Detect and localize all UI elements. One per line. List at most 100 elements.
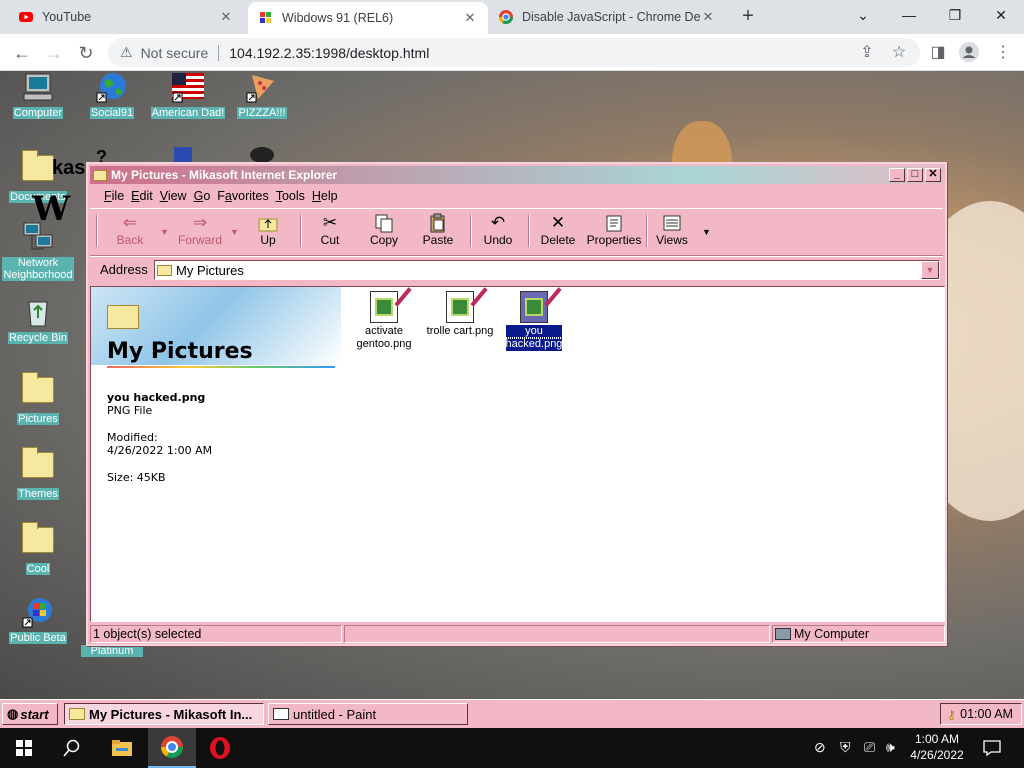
folder-icon <box>157 264 172 276</box>
bookmark-star-icon[interactable]: ☆ <box>888 42 910 64</box>
menu-tools[interactable]: Tools <box>276 189 305 203</box>
file-icon-activate-gentoo[interactable]: activate gentoo.png <box>346 287 422 351</box>
desktop-icon-platinum[interactable]: Platinum <box>74 645 150 657</box>
forward-button[interactable]: ⇒ Forward <box>172 213 228 247</box>
paste-button[interactable]: Paste <box>410 213 466 247</box>
menu-edit[interactable]: Edit <box>131 189 153 203</box>
menu-help[interactable]: Help <box>312 189 338 203</box>
system-clock[interactable]: 1:00 AM 4/26/2022 <box>900 731 974 763</box>
start-button[interactable]: ◍ start <box>2 703 58 725</box>
desktop-icon-network[interactable]: Network Neighborhood <box>0 221 76 281</box>
network-disconnected-icon[interactable]: ⊘ <box>814 739 826 756</box>
title-rule <box>107 366 335 368</box>
side-panel-icon[interactable]: ◨ <box>927 42 949 64</box>
warning-icon[interactable]: ⚠ <box>120 44 133 61</box>
back-button[interactable]: ⇐ Back <box>102 213 158 247</box>
menu-favorites[interactable]: Favorites <box>217 189 268 203</box>
desktop-icon-american-dad[interactable]: American Dad! <box>150 71 226 119</box>
file-icon-trolle-cart[interactable]: trolle cart.png <box>420 287 500 338</box>
forward-dropdown-icon[interactable]: ▼ <box>230 227 239 237</box>
desktop-icon-pictures[interactable]: Pictures <box>0 371 76 425</box>
views-grid-icon <box>644 213 700 233</box>
opera-icon[interactable] <box>196 728 244 768</box>
menu-file[interactable]: File <box>104 189 124 203</box>
security-shield-icon[interactable]: ⛨ <box>840 739 851 756</box>
taskbar-item-paint[interactable]: untitled - Paint <box>268 703 468 725</box>
tab-title: YouTube <box>42 10 92 24</box>
cut-button[interactable]: ✂ Cut <box>302 213 358 247</box>
tab-search-button[interactable]: ⌄ <box>840 0 886 32</box>
menu-view[interactable]: View <box>160 189 187 203</box>
info-pane: My Pictures you hacked.png PNG File Modi… <box>91 287 341 621</box>
file-name-line2: hacked.png <box>504 337 564 352</box>
image-file-icon <box>446 287 488 323</box>
reload-icon[interactable]: ↻ <box>74 41 98 65</box>
computer-icon <box>22 71 54 103</box>
close-tab-icon[interactable]: ✕ <box>218 9 234 25</box>
taskbar-item-explorer[interactable]: My Pictures - Mikasoft In... <box>64 703 264 725</box>
delete-button[interactable]: ✕ Delete <box>530 213 586 247</box>
copy-icon <box>356 213 412 233</box>
profile-avatar-icon[interactable] <box>958 42 980 64</box>
windows-flag-icon <box>22 596 54 628</box>
desktop-icon-social91[interactable]: Social91 <box>74 71 150 119</box>
tab-disable-javascript[interactable]: Disable JavaScript - Chrome Deve ✕ <box>488 0 726 34</box>
chrome-menu-icon[interactable]: ⋮ <box>992 42 1014 64</box>
desktop-icon-public-beta[interactable]: Public Beta <box>0 596 76 644</box>
notifications-icon[interactable] <box>968 728 1016 768</box>
search-icon[interactable] <box>48 728 96 768</box>
window-titlebar[interactable]: My Pictures - Mikasoft Internet Explorer… <box>90 166 943 184</box>
security-label[interactable]: Not secure <box>141 45 209 61</box>
paint-icon <box>273 708 289 720</box>
views-dropdown-icon[interactable]: ▼ <box>702 227 711 237</box>
views-button[interactable]: Views <box>644 213 700 247</box>
forward-icon[interactable]: → <box>42 41 66 65</box>
address-dropdown-icon[interactable]: ▼ <box>921 261 939 279</box>
file-icon-you-hacked[interactable]: you hacked.png <box>496 287 572 352</box>
status-selection: 1 object(s) selected <box>90 625 342 643</box>
image-file-icon <box>370 287 412 323</box>
us-flag-icon <box>172 71 204 103</box>
copy-button[interactable]: Copy <box>356 213 412 247</box>
volume-icon[interactable]: 🕪 <box>886 739 895 756</box>
desktop-icon-computer[interactable]: Computer <box>0 71 76 119</box>
desktop-icon-recycle-bin[interactable]: Recycle Bin <box>0 296 76 344</box>
tab-youtube[interactable]: YouTube ✕ <box>8 0 244 34</box>
properties-icon <box>584 213 644 233</box>
desktop-icon-cool[interactable]: Cool <box>0 521 76 575</box>
up-button[interactable]: Up <box>240 213 296 247</box>
selected-file-name: you hacked.png <box>107 391 206 404</box>
file-explorer-icon[interactable] <box>98 728 146 768</box>
youtube-icon <box>18 9 34 25</box>
minimize-button[interactable]: — <box>886 0 932 32</box>
maximize-button[interactable]: □ <box>907 168 923 182</box>
back-dropdown-icon[interactable]: ▼ <box>160 227 169 237</box>
folder-content: My Pictures you hacked.png PNG File Modi… <box>90 286 945 622</box>
close-window-button[interactable]: ✕ <box>978 0 1024 32</box>
desktop-icon-pizza[interactable]: PIZZZA!!! <box>224 71 300 119</box>
divider <box>218 44 220 61</box>
status-zone-label: My Computer <box>794 627 870 641</box>
close-button[interactable]: ✕ <box>925 168 941 182</box>
minimize-button[interactable]: _ <box>889 168 905 182</box>
address-bar[interactable]: ⚠ Not secure 104.192.2.35:1998/desktop.h… <box>108 38 920 67</box>
share-icon[interactable]: ⇪ <box>856 42 878 64</box>
modified-value: 4/26/2022 1:00 AM <box>107 444 213 457</box>
desktop-icon-label: Social91 <box>89 107 135 119</box>
address-field[interactable]: My Pictures ▼ <box>154 260 940 280</box>
close-tab-icon[interactable]: ✕ <box>700 9 716 25</box>
windows-start-icon[interactable] <box>0 728 48 768</box>
desktop-icon-themes[interactable]: Themes <box>0 446 76 500</box>
undo-button[interactable]: ↶ Undo <box>470 213 526 247</box>
menu-go[interactable]: Go <box>194 189 211 203</box>
new-tab-button[interactable]: + <box>738 6 758 26</box>
close-tab-icon[interactable]: ✕ <box>462 10 478 26</box>
restore-button[interactable]: ❐ <box>932 0 978 32</box>
properties-button[interactable]: Properties <box>584 213 644 247</box>
tab-wibdows[interactable]: Wibdows 91 (REL6) ✕ <box>248 2 488 34</box>
folder-icon <box>107 305 139 329</box>
network-icon[interactable]: ⎚ <box>864 739 875 756</box>
chrome-taskbar-icon[interactable] <box>148 728 196 768</box>
url-text[interactable]: 104.192.2.35:1998/desktop.html <box>229 45 429 61</box>
back-icon[interactable]: ← <box>10 41 34 65</box>
